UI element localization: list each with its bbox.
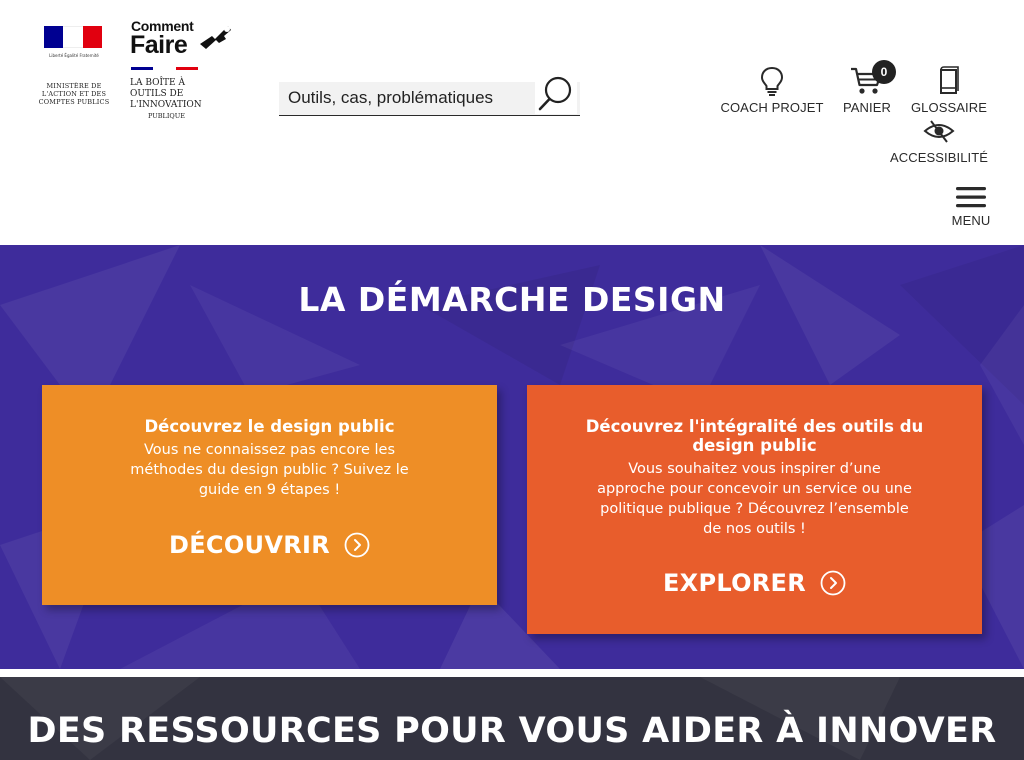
nav-panier-label: PANIER	[842, 100, 892, 115]
search-icon	[538, 76, 572, 111]
nav-panier[interactable]: 0 PANIER	[838, 60, 896, 115]
nav-accessibilite[interactable]: ACCESSIBILITÉ	[890, 118, 988, 165]
card-title: Découvrez l'intégralité des outils du de…	[585, 417, 924, 455]
french-flag-icon	[44, 26, 102, 48]
republic-motto: Liberté Égalité Fraternité	[49, 53, 99, 58]
nav-menu[interactable]: MENU	[945, 185, 997, 228]
comment-faire-logo[interactable]: Comment Faire LA BOÎTE À OUTILS DE L'INN…	[128, 18, 238, 120]
cta-label: EXPLORER	[662, 569, 807, 597]
brand-line-2: Faire	[130, 31, 188, 59]
chevron-circle-right-icon	[820, 570, 846, 596]
tricolor-bar	[131, 67, 198, 70]
site-header: Liberté Égalité Fraternité MINISTÈRE DE …	[0, 0, 1024, 245]
nav-accessibilite-label: ACCESSIBILITÉ	[889, 150, 989, 165]
hamburger-icon	[956, 187, 986, 208]
brand-tagline-main: LA BOÎTE À OUTILS DE L'INNOVATION	[130, 78, 202, 110]
book-icon	[940, 66, 959, 94]
eye-icon	[923, 120, 955, 143]
card-title: Découvrez le design public	[144, 417, 395, 436]
decouvrir-button[interactable]: DÉCOUVRIR	[42, 531, 497, 559]
chevron-circle-right-icon	[344, 532, 370, 558]
card-design-public[interactable]: Découvrez le design public Vous ne conna…	[42, 385, 497, 605]
nav-glossaire[interactable]: GLOSSAIRE	[910, 66, 988, 115]
card-text: Vous souhaitez vous inspirer d’une appro…	[597, 461, 912, 537]
resources-section: DES RESSOURCES POUR VOUS AIDER À INNOVER	[0, 677, 1024, 760]
ministry-logo[interactable]: Liberté Égalité Fraternité MINISTÈRE DE …	[38, 26, 110, 114]
resources-section-title: DES RESSOURCES POUR VOUS AIDER À INNOVER	[27, 711, 997, 751]
nav-menu-label: MENU	[951, 213, 991, 228]
search-input[interactable]	[279, 82, 529, 114]
nav-coach-label: COACH PROJET	[720, 100, 824, 115]
design-section-title: LA DÉMARCHE DESIGN	[298, 280, 726, 319]
search-bar	[279, 72, 580, 116]
search-button[interactable]	[535, 72, 577, 114]
nav-coach-projet[interactable]: COACH PROJET	[720, 66, 824, 115]
card-text: Vous ne connaissez pas encore les méthod…	[130, 442, 409, 498]
card-outils-design[interactable]: Découvrez l'intégralité des outils du de…	[527, 385, 982, 634]
wrench-icon	[200, 26, 231, 49]
brand-tagline-small: PUBLIQUE	[148, 112, 185, 120]
nav-glossaire-label: GLOSSAIRE	[910, 100, 988, 115]
brand-tagline: LA BOÎTE À OUTILS DE L'INNOVATION PUBLIQ…	[130, 78, 206, 122]
cta-label: DÉCOUVRIR	[169, 531, 330, 559]
ministry-name: MINISTÈRE DE L'ACTION ET DES COMPTES PUB…	[38, 82, 110, 106]
lightbulb-icon	[760, 66, 784, 96]
design-section: LA DÉMARCHE DESIGN Découvrez le design p…	[0, 245, 1024, 669]
section-divider	[0, 669, 1024, 677]
cart-count-badge: 0	[872, 60, 896, 84]
explorer-button[interactable]: EXPLORER	[527, 569, 982, 597]
